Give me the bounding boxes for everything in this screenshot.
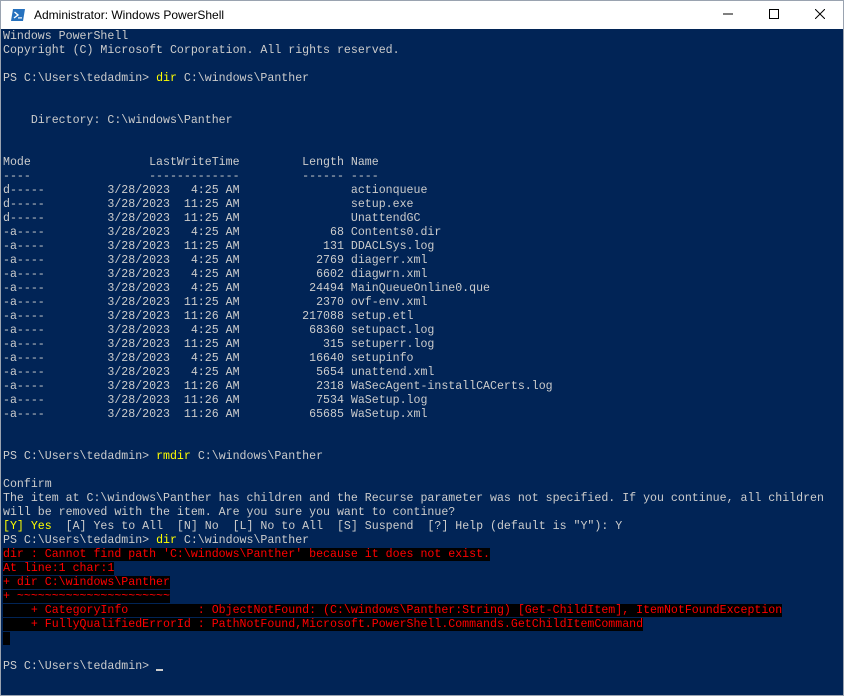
prompt-text: PS C:\Users\tedadmin>	[3, 450, 157, 463]
prompt-text: PS C:\Users\tedadmin>	[3, 534, 157, 547]
output-line: -a---- 3/28/2023 11:25 AM 131 DDACLSys.l…	[3, 240, 435, 253]
console-output[interactable]: Windows PowerShell Copyright (C) Microsof…	[3, 30, 841, 695]
output-line: -a---- 3/28/2023 11:25 AM 315 setuperr.l…	[3, 338, 435, 351]
error-line: + ~~~~~~~~~~~~~~~~~~~~~~	[3, 590, 841, 604]
output-line: Windows PowerShell	[3, 30, 129, 43]
output-line: -a---- 3/28/2023 11:26 AM 217088 setup.e…	[3, 310, 414, 323]
error-text: dir : Cannot find path 'C:\windows\Panth…	[3, 548, 491, 561]
prompt-line: PS C:\Users\tedadmin> rmdir C:\windows\P…	[3, 450, 841, 464]
powershell-icon	[10, 7, 26, 23]
error-text: + CategoryInfo : ObjectNotFound: (C:\win…	[3, 604, 783, 617]
output-line: -a---- 3/28/2023 4:25 AM 68360 setupact.…	[3, 324, 435, 337]
output-line: Copyright (C) Microsoft Corporation. All…	[3, 44, 400, 57]
default-choice: [Y] Yes	[3, 520, 52, 533]
powershell-window: Administrator: Windows PowerShell Window…	[0, 0, 844, 696]
minimize-icon	[723, 8, 733, 22]
command-args: C:\windows\Panther	[190, 450, 324, 463]
minimize-button[interactable]	[705, 1, 751, 29]
error-line	[3, 632, 841, 646]
close-button[interactable]	[797, 1, 843, 29]
output-line: -a---- 3/28/2023 11:25 AM 2370 ovf-env.x…	[3, 296, 428, 309]
error-line: + CategoryInfo : ObjectNotFound: (C:\win…	[3, 604, 841, 618]
maximize-icon	[769, 8, 779, 22]
prompt-text: PS C:\Users\tedadmin>	[3, 72, 157, 85]
maximize-button[interactable]	[751, 1, 797, 29]
error-text	[3, 632, 10, 645]
command-name: dir	[156, 534, 177, 547]
command-args: C:\windows\Panther	[176, 72, 310, 85]
output-line: Confirm	[3, 478, 52, 491]
title-bar[interactable]: Administrator: Windows PowerShell	[1, 1, 843, 29]
text-cursor[interactable]	[156, 669, 164, 671]
output-line: -a---- 3/28/2023 11:26 AM 65685 WaSetup.…	[3, 408, 428, 421]
output-line: -a---- 3/28/2023 4:25 AM 16640 setupinfo	[3, 352, 414, 365]
command-name: rmdir	[156, 450, 191, 463]
command-name: dir	[156, 72, 177, 85]
output-line: -a---- 3/28/2023 11:26 AM 2318 WaSecAgen…	[3, 380, 553, 393]
output-line: Mode LastWriteTime Length Name	[3, 156, 379, 169]
output-line: -a---- 3/28/2023 4:25 AM 68 Contents0.di…	[3, 226, 442, 239]
error-text: At line:1 char:1	[3, 562, 115, 575]
prompt-line: PS C:\Users\tedadmin> dir C:\windows\Pan…	[3, 534, 841, 548]
output-line: d----- 3/28/2023 11:25 AM setup.exe	[3, 198, 414, 211]
error-line: + dir C:\windows\Panther	[3, 576, 841, 590]
output-line: The item at C:\windows\Panther has child…	[3, 492, 824, 505]
output-line: -a---- 3/28/2023 4:25 AM 2769 diagerr.xm…	[3, 254, 428, 267]
error-text: + ~~~~~~~~~~~~~~~~~~~~~~	[3, 590, 170, 603]
active-prompt-line: PS C:\Users\tedadmin>	[3, 660, 841, 674]
output-line: ---- ------------- ------ ----	[3, 170, 379, 183]
error-line: At line:1 char:1	[3, 562, 841, 576]
output-line: d----- 3/28/2023 4:25 AM actionqueue	[3, 184, 428, 197]
error-text: + dir C:\windows\Panther	[3, 576, 170, 589]
output-line: -a---- 3/28/2023 4:25 AM 5654 unattend.x…	[3, 366, 435, 379]
output-line: will be removed with the item. Are you s…	[3, 506, 456, 519]
close-icon	[814, 8, 826, 22]
choice-options: [A] Yes to All [N] No [L] No to All [S] …	[51, 520, 623, 533]
command-args: C:\windows\Panther	[176, 534, 310, 547]
confirm-choices: [Y] Yes [A] Yes to All [N] No [L] No to …	[3, 520, 841, 534]
error-text: + FullyQualifiedErrorId : PathNotFound,M…	[3, 618, 644, 631]
error-line: dir : Cannot find path 'C:\windows\Panth…	[3, 548, 841, 562]
output-line: -a---- 3/28/2023 4:25 AM 24494 MainQueue…	[3, 282, 491, 295]
output-line: d----- 3/28/2023 11:25 AM UnattendGC	[3, 212, 421, 225]
error-line: + FullyQualifiedErrorId : PathNotFound,M…	[3, 618, 841, 632]
output-line: -a---- 3/28/2023 11:26 AM 7534 WaSetup.l…	[3, 394, 428, 407]
prompt-line: PS C:\Users\tedadmin> dir C:\windows\Pan…	[3, 72, 841, 86]
window-title: Administrator: Windows PowerShell	[34, 8, 225, 22]
prompt-text: PS C:\Users\tedadmin>	[3, 660, 157, 673]
output-line: -a---- 3/28/2023 4:25 AM 6602 diagwrn.xm…	[3, 268, 428, 281]
output-line: Directory: C:\windows\Panther	[3, 114, 233, 127]
